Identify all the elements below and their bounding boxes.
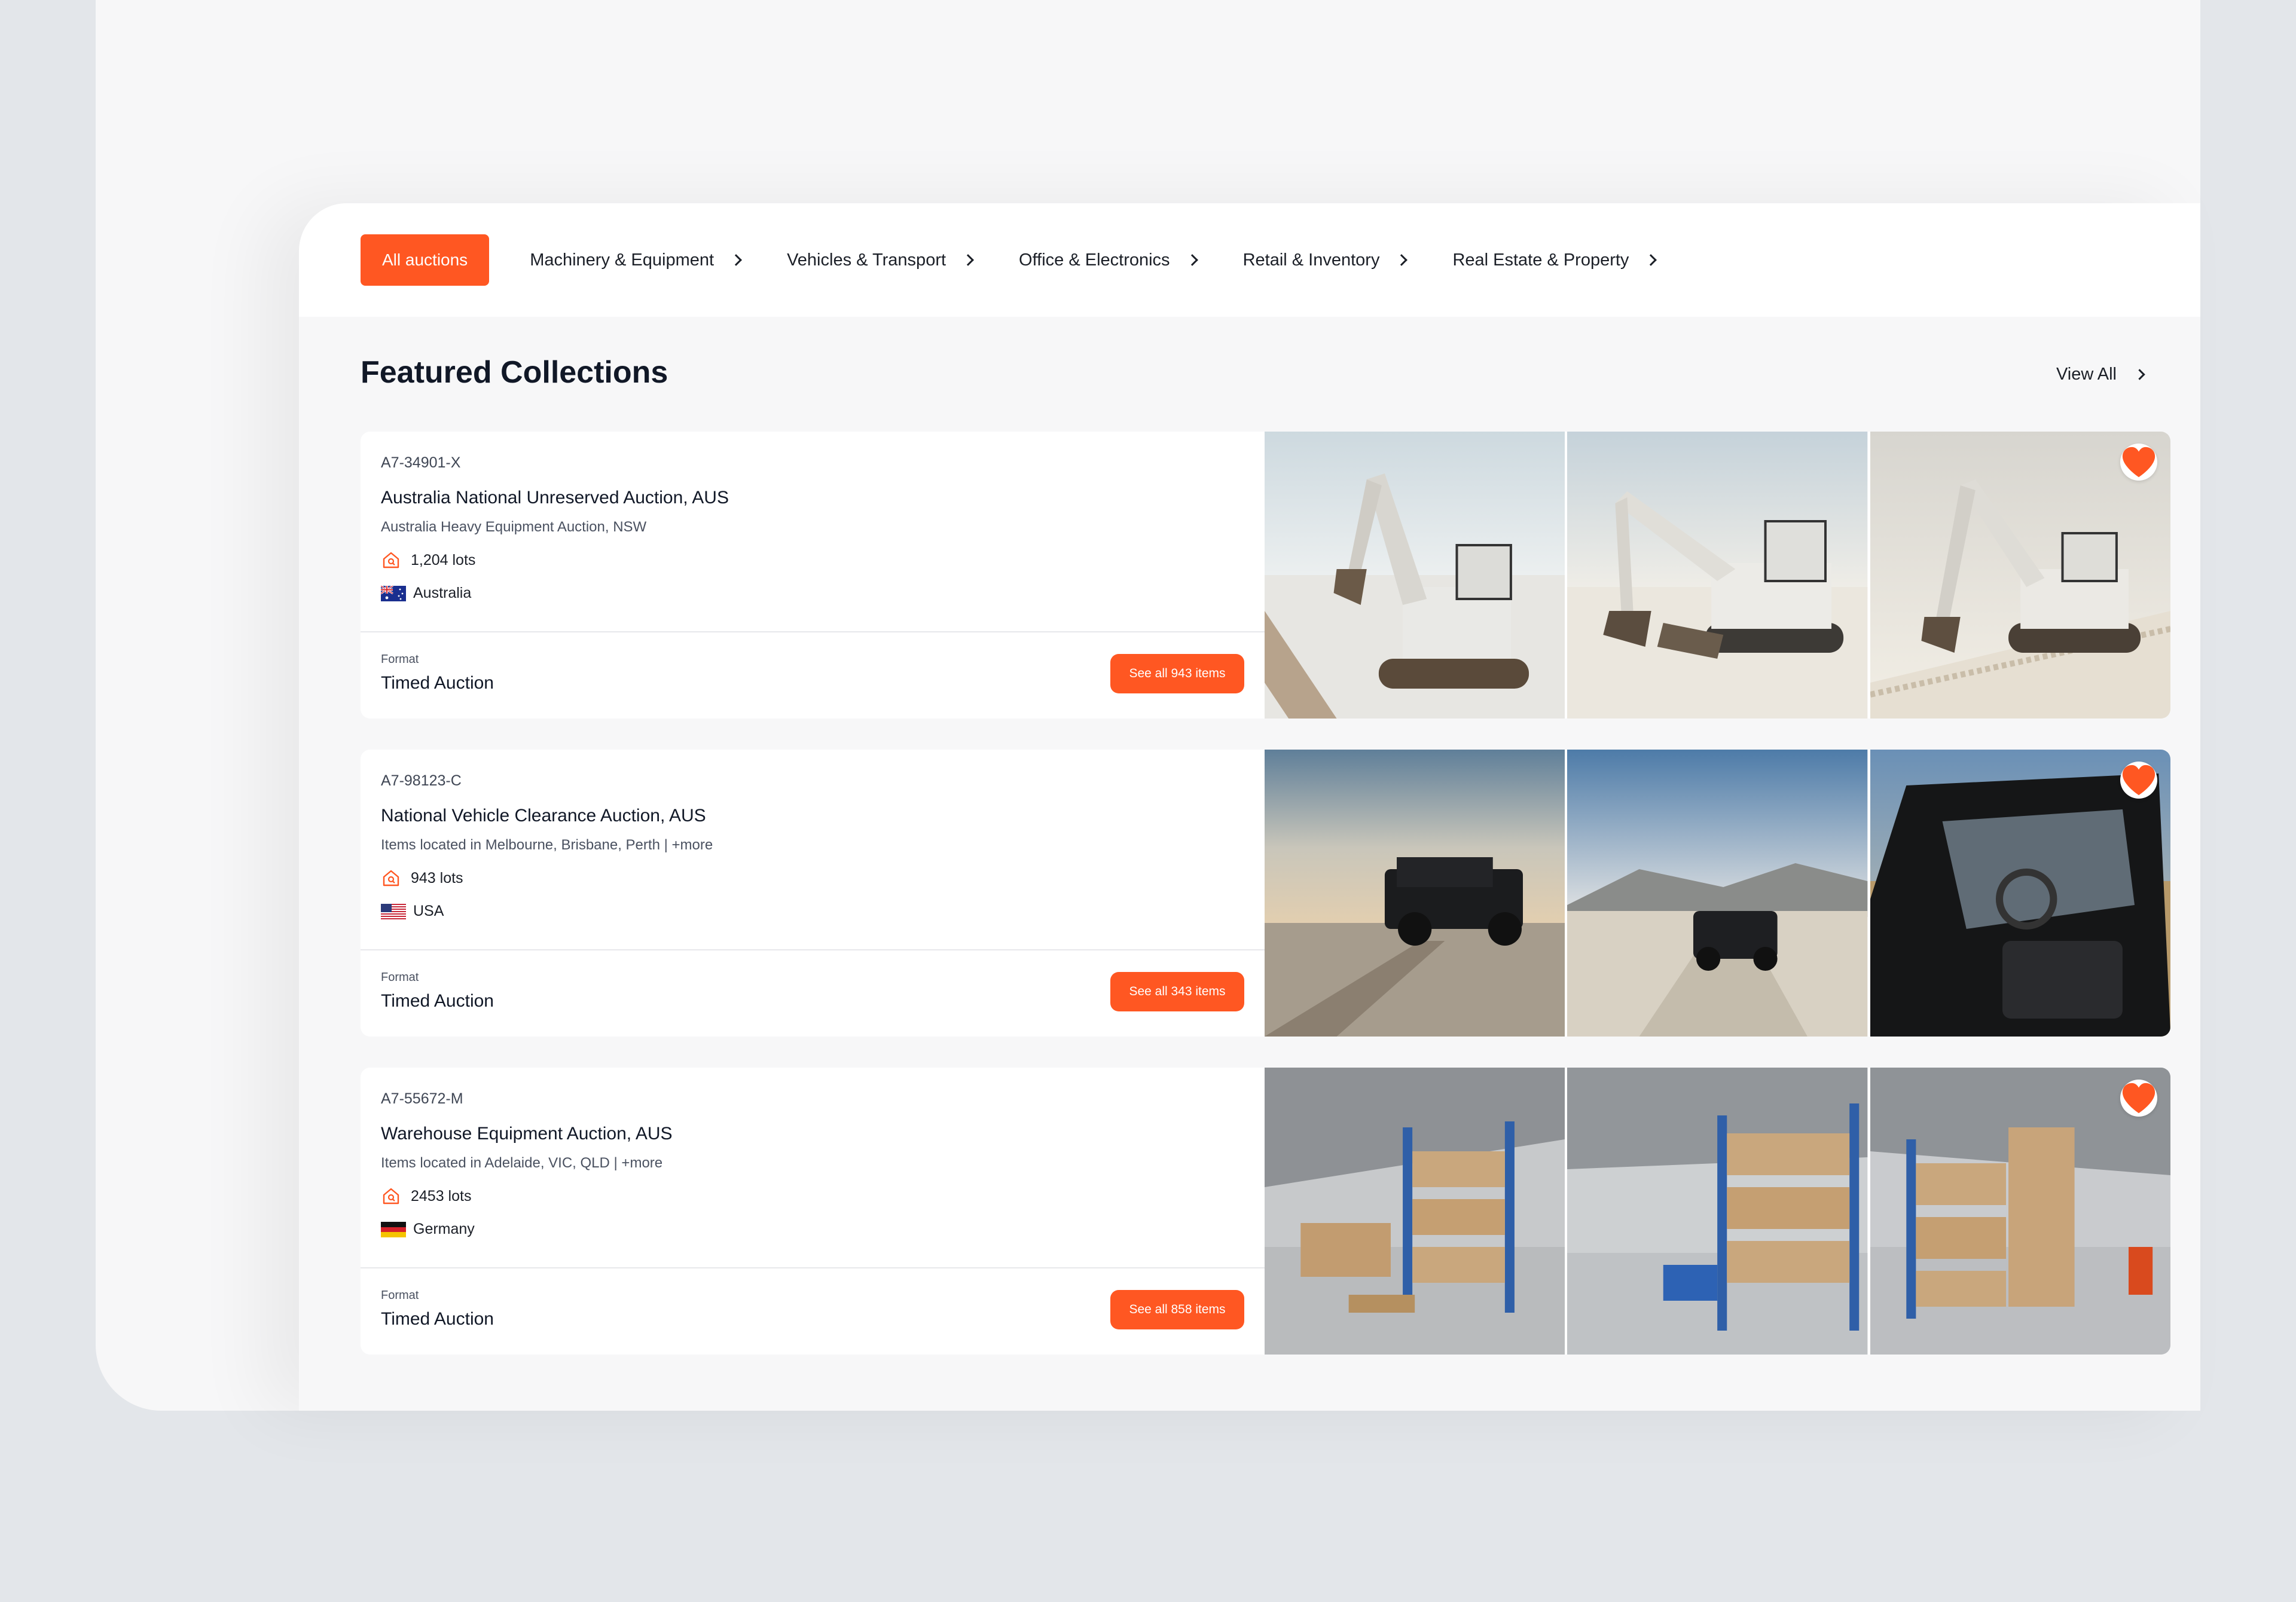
see-all-items-button[interactable]: See all 343 items [1110,972,1244,1011]
format-value: Timed Auction [381,1309,494,1329]
suv-image [1265,750,1565,1037]
format-value: Timed Auction [381,673,494,693]
collection-title[interactable]: Australia National Unreserved Auction, A… [381,488,729,508]
tab-label: Retail & Inventory [1242,250,1380,270]
collection-card[interactable]: A7-34901-X Australia National Unreserved… [361,432,2170,719]
warehouse-image [1265,1068,1565,1355]
tab-label: Machinery & Equipment [530,250,715,270]
collection-subtitle: Items located in Adelaide, VIC, QLD | +m… [381,1155,663,1171]
suv-interior-photo[interactable] [1870,750,2170,1037]
collection-info: A7-98123-C National Vehicle Clearance Au… [361,750,1265,1037]
chevron-right-icon [1396,254,1408,266]
tab-retail-inventory[interactable]: Retail & Inventory [1242,250,1408,270]
country-label: Australia [413,585,472,601]
lots-count: 943 lots [381,868,463,888]
suv-photo[interactable] [1567,750,1868,1037]
tab-label: Real Estate & Property [1452,250,1629,270]
tab-label: Office & Electronics [1019,250,1170,270]
house-tag-icon [383,552,399,568]
heart-icon [2122,447,2155,478]
collection-code: A7-34901-X [381,454,461,471]
tab-real-estate-property[interactable]: Real Estate & Property [1452,250,1657,270]
lots-count: 1,204 lots [381,550,475,570]
house-tag-icon [383,1188,399,1204]
collection-photos [1265,432,2170,719]
card-divider [361,631,1265,632]
section-title: Featured Collections [361,355,668,390]
country-label: USA [413,903,444,919]
collection-subtitle: Items located in Melbourne, Brisbane, Pe… [381,837,713,853]
collection-card[interactable]: A7-55672-M Warehouse Equipment Auction, … [361,1068,2170,1355]
usa-flag-icon [381,903,406,919]
card-divider [361,949,1265,950]
warehouse-photo[interactable] [1265,1068,1565,1355]
lots-label: 943 lots [411,869,463,886]
card-divider [361,1267,1265,1268]
chevron-right-icon [730,254,742,266]
collection-country: Germany [381,1221,475,1238]
lots-label: 1,204 lots [411,551,476,568]
heart-icon [2122,1083,2155,1114]
collection-photos [1265,1068,2170,1355]
tab-vehicles-transport[interactable]: Vehicles & Transport [787,250,974,270]
collection-card[interactable]: A7-98123-C National Vehicle Clearance Au… [361,750,2170,1037]
australia-flag-icon [381,585,406,601]
excavator-photo[interactable] [1567,432,1868,719]
lots-label: 2453 lots [411,1187,472,1204]
format-label: Format [381,971,419,984]
country-label: Germany [413,1221,475,1237]
lots-count: 2453 lots [381,1186,471,1206]
suv-photo[interactable] [1265,750,1565,1037]
tab-all-auctions[interactable]: All auctions [361,234,490,286]
format-value: Timed Auction [381,991,494,1011]
collection-photos [1265,750,2170,1037]
chevron-right-icon [1186,254,1198,266]
excavator-image [1567,432,1868,719]
chevron-right-icon [2134,369,2145,380]
collection-title[interactable]: National Vehicle Clearance Auction, AUS [381,806,706,826]
excavator-photo[interactable] [1870,432,2170,719]
excavator-image [1265,432,1565,719]
favorite-button[interactable] [2120,762,2157,799]
view-all-label: View All [2056,365,2117,384]
germany-flag-icon [381,1221,406,1237]
favorite-button[interactable] [2120,444,2157,481]
collection-subtitle: Australia Heavy Equipment Auction, NSW [381,519,647,535]
heart-icon [2122,765,2155,796]
collection-title[interactable]: Warehouse Equipment Auction, AUS [381,1124,673,1144]
chevron-right-icon [962,254,974,266]
collection-code: A7-55672-M [381,1090,463,1107]
house-tag-icon [383,870,399,886]
see-all-items-button[interactable]: See all 943 items [1110,654,1244,693]
category-tab-bar: All auctions Machinery & Equipment Vehic… [299,203,2200,317]
warehouse-photo[interactable] [1567,1068,1868,1355]
view-all-link[interactable]: View All [2056,365,2145,384]
see-all-items-button[interactable]: See all 858 items [1110,1290,1244,1329]
excavator-photo[interactable] [1265,432,1565,719]
suv-image [1567,750,1868,1037]
format-label: Format [381,653,419,666]
collection-info: A7-34901-X Australia National Unreserved… [361,432,1265,719]
collection-country: USA [381,903,444,920]
chevron-right-icon [1645,254,1657,266]
tab-machinery-equipment[interactable]: Machinery & Equipment [530,250,742,270]
collection-info: A7-55672-M Warehouse Equipment Auction, … [361,1068,1265,1355]
favorite-button[interactable] [2120,1080,2157,1117]
collection-country: Australia [381,585,471,602]
collection-code: A7-98123-C [381,772,462,789]
app-window: All auctions Machinery & Equipment Vehic… [299,203,2200,1411]
format-label: Format [381,1289,419,1302]
warehouse-photo[interactable] [1870,1068,2170,1355]
warehouse-image [1567,1068,1868,1355]
tab-office-electronics[interactable]: Office & Electronics [1019,250,1198,270]
tab-label: Vehicles & Transport [787,250,947,270]
